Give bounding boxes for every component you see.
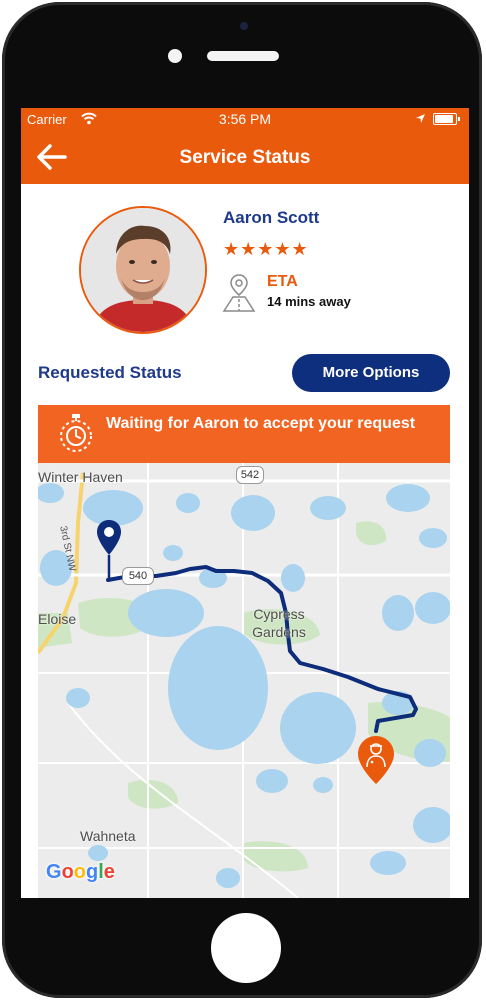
eta-value: 14 mins away	[267, 294, 351, 309]
star-rating: ★★★★★	[223, 239, 309, 259]
road-pin-icon	[222, 274, 256, 312]
driver-avatar	[79, 206, 207, 334]
nav-bar: Service Status	[21, 130, 469, 184]
phone-frame: Carrier 3:56 PM Service Status Aaron Sco…	[2, 2, 482, 998]
map-label-wahneta: Wahneta	[80, 828, 136, 844]
status-banner: Waiting for Aaron to accept your request	[38, 405, 450, 463]
map-label-eloise: Eloise	[38, 611, 77, 627]
clock: 3:56 PM	[218, 111, 272, 127]
speaker	[207, 51, 279, 61]
status-bar: Carrier 3:56 PM	[21, 108, 469, 130]
driver-pin-icon[interactable]	[357, 735, 395, 785]
road-shield-540: 540	[122, 567, 154, 585]
screen: Carrier 3:56 PM Service Status Aaron Sco…	[21, 108, 469, 898]
map-label-winter-haven: Winter Haven	[38, 469, 123, 485]
front-sensor	[168, 49, 182, 63]
map-label-cypress-gardens: Cypress Gardens	[252, 606, 306, 640]
home-button[interactable]	[211, 913, 281, 983]
battery-icon	[433, 113, 460, 125]
eta-label: ETA	[267, 273, 298, 290]
page-title: Service Status	[179, 147, 311, 168]
road-shield-542: 542	[236, 466, 264, 484]
google-logo: Google	[46, 861, 115, 883]
route-map[interactable]: Winter Haven 542 3rd St NW 540 Eloise Cy…	[38, 463, 450, 898]
requested-status-title: Requested Status	[38, 363, 182, 382]
camera	[240, 22, 248, 30]
driver-name: Aaron Scott	[223, 208, 320, 227]
banner-text: Waiting for Aaron to accept your request	[106, 415, 416, 432]
stopwatch-icon	[60, 414, 92, 452]
more-options-button[interactable]: More Options	[292, 354, 450, 392]
location-pin-icon[interactable]	[96, 519, 122, 581]
location-services-icon	[416, 114, 425, 123]
